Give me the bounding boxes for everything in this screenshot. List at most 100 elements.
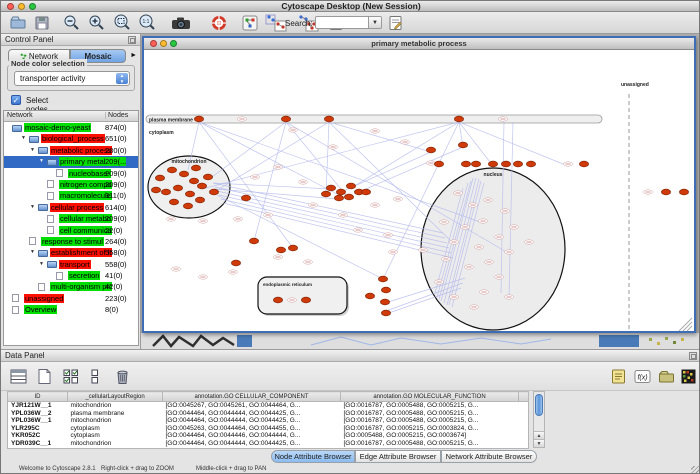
- tree-column-nodes[interactable]: Nodes: [105, 112, 128, 119]
- tree-item-multi-organism-pro[interactable]: multi-organism pro42(0): [4, 281, 138, 292]
- expand-arrow-icon[interactable]: ▼: [39, 261, 44, 267]
- network-node[interactable]: [334, 195, 343, 201]
- attribute-editor-icon[interactable]: [387, 14, 405, 32]
- network-node[interactable]: [346, 183, 355, 189]
- select-attributes-icon[interactable]: [61, 367, 80, 386]
- unselect-attributes-icon[interactable]: [87, 367, 106, 386]
- zoom-out-icon[interactable]: [63, 14, 81, 32]
- network-node[interactable]: [183, 203, 192, 209]
- cell-id[interactable]: YJR121W__1: [8, 402, 68, 410]
- network-node[interactable]: [365, 293, 374, 299]
- cell-value[interactable]: mitochondrion: [68, 417, 163, 425]
- nucleus-region[interactable]: [421, 168, 565, 330]
- tree-item-nitrogen-compo[interactable]: nitrogen compo209(0): [4, 179, 138, 190]
- table-scrollbar[interactable]: ▲ ▼: [533, 391, 545, 448]
- table-row[interactable]: YPL036W__1mitochondrion[GO:0044464, GO:0…: [8, 417, 529, 425]
- table-column-annotation-go-cellular-component[interactable]: annotation.GO CELLULAR_COMPONENT: [163, 392, 341, 402]
- tree-item-transport[interactable]: ▼transport558(0): [4, 259, 138, 270]
- network-node[interactable]: [426, 147, 435, 153]
- cell-value[interactable]: [GO:0016787, GO:0005488, GO:0005215, G..…: [341, 402, 519, 410]
- float-panel-icon[interactable]: [128, 36, 136, 44]
- table-row[interactable]: YKR052Ccytoplasm[GO:0044464, GO:0044446,…: [8, 432, 529, 440]
- tree-item-cellular-process[interactable]: ▼cellular process614(0): [4, 202, 138, 213]
- network-window-titlebar[interactable]: primary metabolic process: [144, 38, 694, 50]
- scroll-down-button[interactable]: ▼: [534, 439, 544, 447]
- apply-layout-icon-1[interactable]: [265, 14, 287, 32]
- network-node[interactable]: [288, 245, 297, 251]
- table-row[interactable]: YDR039C__1mitochondrion[GO:0044464, GO:0…: [8, 440, 529, 448]
- network-node[interactable]: [249, 238, 258, 244]
- network-node[interactable]: [336, 189, 345, 195]
- network-node[interactable]: [231, 260, 240, 266]
- table-column-cellularlayoutregion[interactable]: _cellularLayoutRegion: [68, 392, 163, 402]
- tree-item-mosaic-demo-yeast[interactable]: mosaic-demo-yeast874(0): [4, 122, 138, 133]
- cell-id[interactable]: YLR295C: [8, 425, 68, 433]
- zoom-in-icon[interactable]: [88, 14, 106, 32]
- cell-value[interactable]: [GO:0005488, GO:0005215, GO:0003674]: [341, 432, 519, 440]
- zoom-fit-icon[interactable]: 1:1: [138, 14, 156, 32]
- tree-item-unassigned[interactable]: unassigned223(0): [4, 293, 138, 304]
- network-overview-icon[interactable]: [241, 14, 259, 32]
- zoom-selected-icon[interactable]: [113, 14, 131, 32]
- network-node[interactable]: [241, 195, 250, 201]
- network-node[interactable]: [458, 142, 467, 148]
- float-data-panel-icon[interactable]: [689, 352, 697, 360]
- network-node[interactable]: [344, 194, 353, 200]
- network-node[interactable]: [501, 161, 510, 167]
- network-node[interactable]: [381, 310, 390, 316]
- network-node[interactable]: [169, 199, 178, 205]
- expand-arrow-icon[interactable]: ▼: [39, 158, 44, 164]
- network-node[interactable]: [203, 174, 212, 180]
- select-nodes-checkbox[interactable]: ✓: [11, 95, 21, 105]
- network-node[interactable]: [155, 175, 164, 181]
- search-input[interactable]: [315, 16, 369, 29]
- network-node[interactable]: [194, 116, 203, 122]
- network-node[interactable]: [179, 171, 188, 177]
- network-node[interactable]: [209, 189, 218, 195]
- tree-item-macromolecule[interactable]: macromolecule311(0): [4, 190, 138, 201]
- cell-value[interactable]: [GO:0016787, GO:0005488, GO:0005215, G..…: [341, 417, 519, 425]
- cell-value[interactable]: [GO:0044464, GO:0044444, GO:0044425, G..…: [163, 410, 341, 418]
- cell-value[interactable]: [GO:0016787, GO:0005215, GO:0003824, G..…: [341, 425, 519, 433]
- network-node[interactable]: [161, 189, 170, 195]
- save-icon[interactable]: [33, 14, 51, 32]
- background-window-strip[interactable]: [141, 333, 700, 349]
- network-node[interactable]: [197, 183, 206, 189]
- network-node[interactable]: [378, 276, 387, 282]
- attribute-table[interactable]: ID_cellularLayoutRegionannotation.GO CEL…: [7, 391, 529, 449]
- cell-value[interactable]: [GO:0044464, GO:0044446, GO:0044444, G..…: [163, 432, 341, 440]
- network-node[interactable]: [273, 297, 282, 303]
- cell-value[interactable]: [GO:0045267, GO:0045261, GO:0044464, G..…: [163, 402, 341, 410]
- network-node[interactable]: [195, 197, 204, 203]
- cell-id[interactable]: YPL036W__2: [8, 410, 68, 418]
- more-tabs-arrow[interactable]: ►: [130, 52, 137, 59]
- network-node[interactable]: [189, 178, 198, 184]
- cell-value[interactable]: cytoplasm: [68, 432, 163, 440]
- cell-value[interactable]: mitochondrion: [68, 402, 163, 410]
- scroll-up-button[interactable]: ▲: [534, 431, 544, 439]
- network-node[interactable]: [454, 116, 463, 122]
- tree-item-cellular-metabo[interactable]: cellular metabo209(0): [4, 213, 138, 224]
- network-node[interactable]: [488, 161, 497, 167]
- network-canvas[interactable]: plasma membranecytoplasmmitochondrionnuc…: [144, 50, 694, 331]
- network-node[interactable]: [276, 247, 285, 253]
- network-node[interactable]: [471, 161, 480, 167]
- node-color-dropdown[interactable]: transporter activity ▲▼: [14, 71, 130, 86]
- show-table-icon[interactable]: [9, 367, 28, 386]
- network-node[interactable]: [679, 189, 688, 195]
- network-node[interactable]: [661, 189, 670, 195]
- network-node[interactable]: [381, 287, 390, 293]
- plasma-membrane-region[interactable]: [146, 115, 602, 123]
- network-node[interactable]: [151, 187, 160, 193]
- snapshot-camera-icon[interactable]: [169, 14, 193, 32]
- cell-id[interactable]: YKR052C: [8, 432, 68, 440]
- resize-grip[interactable]: [691, 466, 700, 474]
- table-column-annotation-go-molecular-function[interactable]: annotation.GO MOLECULAR_FUNCTION: [341, 392, 519, 402]
- cell-value[interactable]: cytoplasm: [68, 425, 163, 433]
- create-attribute-icon[interactable]: [35, 367, 54, 386]
- tree-item-primary-metabo[interactable]: ▼primary metabo209(...: [4, 156, 138, 167]
- tree-column-network[interactable]: Network: [7, 112, 33, 119]
- table-column-id[interactable]: ID: [8, 392, 68, 402]
- network-node[interactable]: [461, 161, 470, 167]
- network-node[interactable]: [380, 299, 389, 305]
